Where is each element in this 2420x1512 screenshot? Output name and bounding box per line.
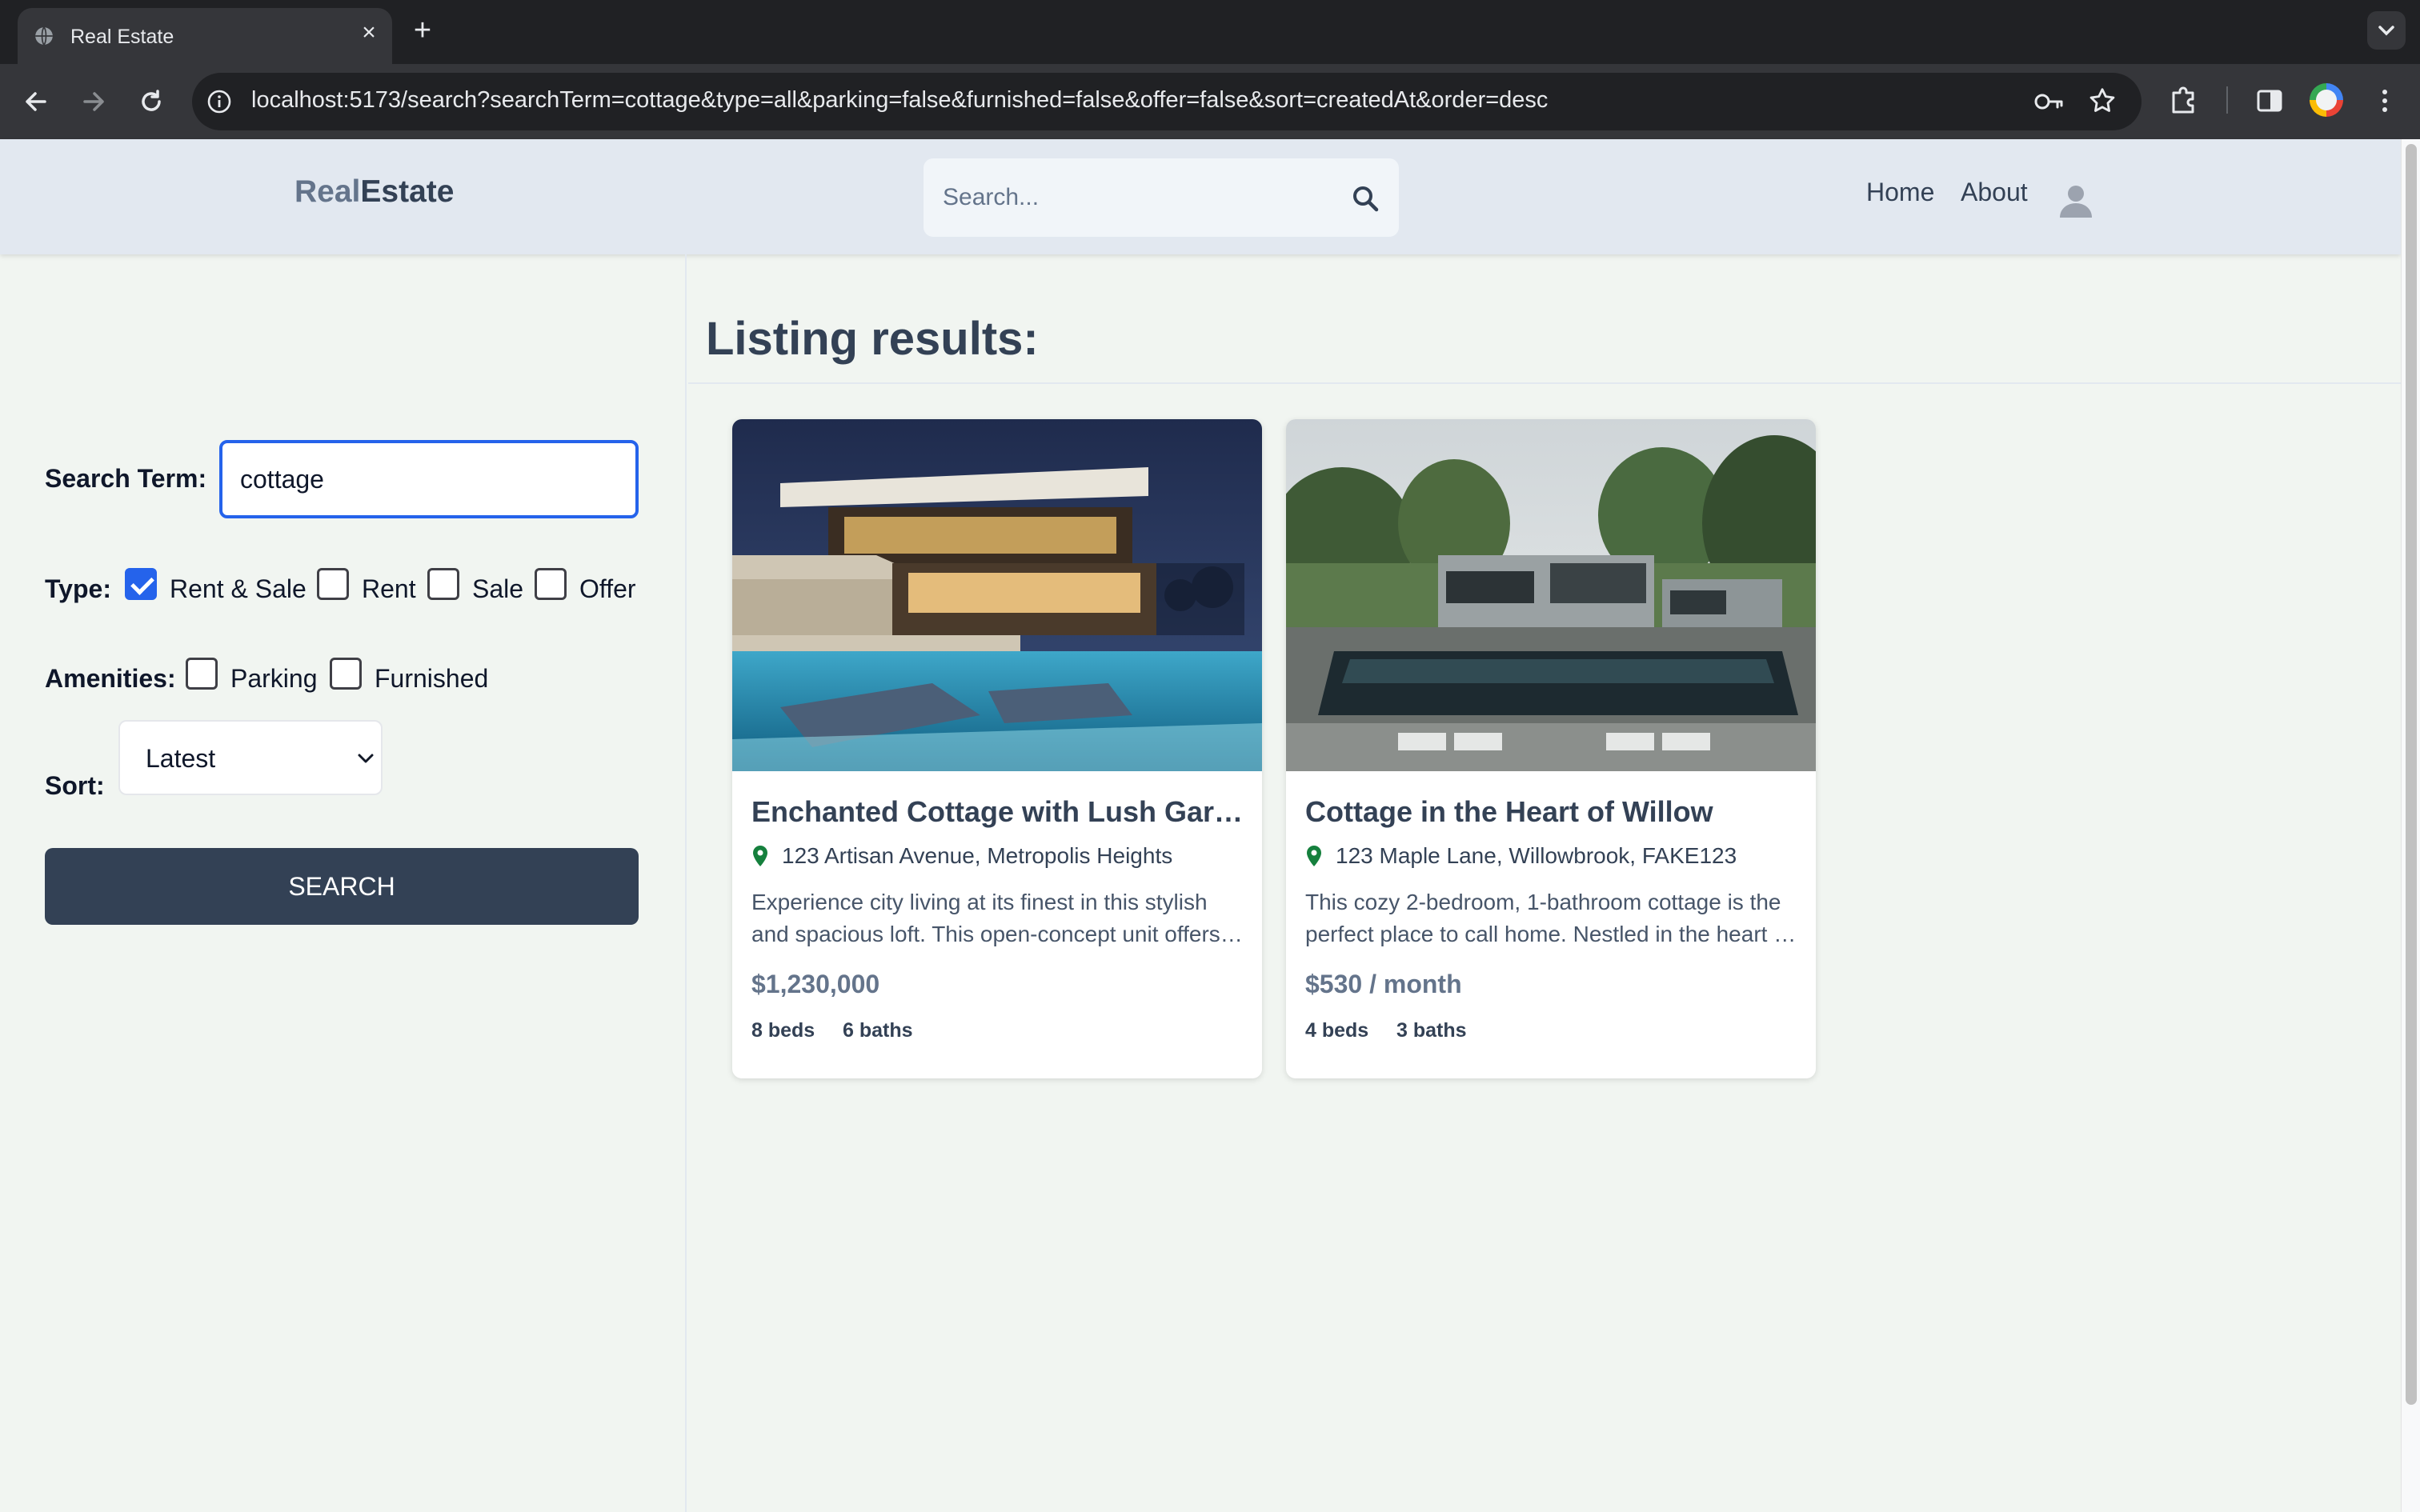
url-text: localhost:5173/search?searchTerm=cottage… xyxy=(251,87,1549,113)
listing-card[interactable]: Cottage in the Heart of Willow 123 Maple… xyxy=(1286,419,1816,1078)
search-term-label: Search Term: xyxy=(45,464,207,493)
listing-title[interactable]: Enchanted Cottage with Lush Garden xyxy=(751,795,1248,829)
checkbox-label-rent: Rent xyxy=(362,574,416,603)
checkbox-label-furnished: Furnished xyxy=(375,664,489,693)
toolbar-divider xyxy=(2226,86,2228,114)
site-header: RealEstate Home About xyxy=(0,139,2401,254)
chevron-down-icon xyxy=(358,754,374,763)
new-tab-icon[interactable]: + xyxy=(407,14,439,46)
back-arrow-icon[interactable] xyxy=(16,82,56,122)
search-term-input[interactable] xyxy=(222,443,635,515)
listing-card[interactable]: Enchanted Cottage with Lush Garden 123 A… xyxy=(732,419,1262,1078)
extensions-icon[interactable] xyxy=(2164,82,2202,120)
listing-beds: 8 beds xyxy=(751,1019,815,1042)
location-pin-icon xyxy=(753,846,767,866)
logo-part-estate: Estate xyxy=(360,174,455,209)
profile-avatar[interactable] xyxy=(2310,83,2343,117)
nav-home-link[interactable]: Home xyxy=(1866,178,1934,207)
site-info-icon[interactable] xyxy=(206,89,232,114)
forward-arrow-icon[interactable] xyxy=(74,82,114,122)
listing-address: 123 Maple Lane, Willowbrook, FAKE123 xyxy=(1336,843,1737,868)
listing-address: 123 Artisan Avenue, Metropolis Heights xyxy=(782,843,1173,868)
checkbox-rent-and-sale[interactable] xyxy=(125,568,157,600)
search-term-field xyxy=(219,440,639,518)
checkbox-sale[interactable] xyxy=(427,568,459,600)
nav-about-link[interactable]: About xyxy=(1961,178,2028,207)
search-icon[interactable] xyxy=(1351,184,1380,213)
listing-title[interactable]: Cottage in the Heart of Willow xyxy=(1305,795,1801,829)
close-tab-icon[interactable]: × xyxy=(357,21,381,45)
chevron-down-icon xyxy=(2378,26,2394,36)
checkbox-label-sale: Sale xyxy=(472,574,524,603)
globe-icon xyxy=(35,26,53,46)
search-filters-sidebar: Search Term: Type: Rent & Sale Rent Sale… xyxy=(0,254,687,1512)
bookmark-star-icon[interactable] xyxy=(2087,86,2118,116)
browser-menu-icon[interactable] xyxy=(2366,82,2404,120)
results-heading: Listing results: xyxy=(706,313,1039,365)
logo-part-real: Real xyxy=(294,174,361,209)
listing-results: Listing results: Enchanted Cottage with … xyxy=(688,254,2401,1512)
sort-selected-value: Latest xyxy=(146,744,216,773)
page-scrollbar[interactable] xyxy=(2401,139,2420,1512)
listing-baths: 3 baths xyxy=(1396,1019,1467,1042)
listing-baths: 6 baths xyxy=(843,1019,913,1042)
tab-search-button[interactable] xyxy=(2367,11,2406,50)
address-bar[interactable]: localhost:5173/search?searchTerm=cottage… xyxy=(192,73,2142,130)
listing-image[interactable] xyxy=(1286,419,1816,771)
listing-image[interactable] xyxy=(732,419,1262,771)
sort-label: Sort: xyxy=(45,771,105,800)
header-search xyxy=(924,158,1399,237)
site-logo[interactable]: RealEstate xyxy=(294,174,454,210)
sort-select[interactable]: Latest xyxy=(118,720,383,795)
listing-description: This cozy 2-bedroom, 1-bathroom cottage … xyxy=(1305,890,1793,946)
side-panel-icon[interactable] xyxy=(2250,82,2289,120)
checkbox-parking[interactable] xyxy=(186,658,218,690)
listing-price: $530 / month xyxy=(1305,970,1462,998)
search-button[interactable]: SEARCH xyxy=(45,848,639,925)
scrollbar-thumb[interactable] xyxy=(2406,144,2417,1405)
location-pin-icon xyxy=(1307,846,1321,866)
checkbox-offer[interactable] xyxy=(535,568,567,600)
results-divider xyxy=(688,382,2401,384)
header-search-input[interactable] xyxy=(924,158,1340,237)
tab-title: Real Estate xyxy=(70,26,174,48)
browser-toolbar: localhost:5173/search?searchTerm=cottage… xyxy=(0,64,2420,139)
checkbox-rent[interactable] xyxy=(317,568,349,600)
checkbox-furnished[interactable] xyxy=(330,658,362,690)
user-avatar-icon[interactable] xyxy=(2057,181,2095,219)
checkbox-label-offer: Offer xyxy=(579,574,636,603)
page: RealEstate Home About Search Term: Type:… xyxy=(0,139,2401,1512)
type-label: Type: xyxy=(45,574,111,603)
listing-beds: 4 beds xyxy=(1305,1019,1369,1042)
checkbox-label-parking: Parking xyxy=(230,664,318,693)
listing-price: $1,230,000 xyxy=(751,970,880,998)
browser-tabstrip: Real Estate × + xyxy=(0,0,2420,64)
key-icon[interactable] xyxy=(2033,87,2065,116)
reload-icon[interactable] xyxy=(131,82,171,122)
amenities-label: Amenities: xyxy=(45,664,176,693)
listing-description: Experience city living at its finest in … xyxy=(751,890,1220,946)
checkbox-label-rent-and-sale: Rent & Sale xyxy=(170,574,307,603)
browser-tab[interactable]: Real Estate × xyxy=(18,8,392,64)
